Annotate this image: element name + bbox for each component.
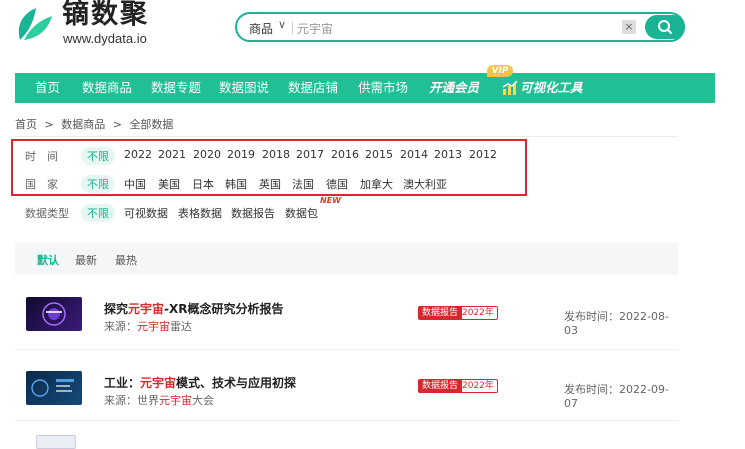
vip-badge: VIP: [487, 65, 513, 77]
breadcrumb-home[interactable]: 首页: [15, 118, 37, 131]
source-text: 大会: [192, 394, 214, 407]
filter-time-option[interactable]: 2014: [400, 148, 428, 161]
nav-item-topics[interactable]: 数据专题: [151, 73, 201, 103]
nav-item-vip[interactable]: 开通会员: [429, 73, 479, 103]
type-tag: 数据报告: [418, 306, 463, 320]
nav-item-charts[interactable]: 数据图说: [219, 73, 269, 103]
filter-country-option[interactable]: 日本: [192, 176, 214, 192]
filter-time-option[interactable]: 2018: [262, 148, 290, 161]
sort-bar: 默认 最新 最热: [15, 243, 678, 275]
filter-country-option[interactable]: 英国: [259, 176, 281, 192]
filter-country-option[interactable]: 美国: [158, 176, 180, 192]
search-divider: [292, 22, 293, 34]
report-thumbnail[interactable]: [26, 371, 82, 405]
item-date: 发布时间：2022-08-03: [564, 308, 678, 337]
filter-type-option[interactable]: 表格数据: [178, 205, 222, 221]
list-item[interactable]: 探究元宇宙-XR概念研究分析报告 来源：元宇宙雷达 数据报告 2022年 发布时…: [15, 280, 678, 350]
title-text: -XR概念研究分析报告: [164, 302, 284, 316]
type-tag: 数据报告: [418, 379, 463, 393]
chart-icon: [502, 80, 518, 95]
logo-url: www.dydata.io: [63, 31, 147, 46]
filter-type-option[interactable]: 数据报告: [231, 205, 275, 221]
filter-type-option[interactable]: 可视数据: [124, 205, 168, 221]
breadcrumb-separator: >: [44, 118, 54, 131]
title-text: 模式、技术与应用初探: [176, 376, 297, 390]
filter-label-country: 国 家: [25, 178, 58, 191]
filter-time-any[interactable]: 不限: [81, 147, 115, 165]
nav-item-market[interactable]: 供需市场: [358, 73, 408, 103]
filter-country-option[interactable]: 德国: [326, 176, 348, 192]
item-source: 来源：世界元宇宙大会: [104, 392, 214, 408]
filter-country-option[interactable]: 澳大利亚: [403, 176, 447, 192]
filter-country-option[interactable]: 韩国: [225, 176, 247, 192]
filter-country-option[interactable]: 中国: [124, 176, 146, 192]
clear-icon[interactable]: ×: [622, 20, 636, 34]
filter-time-option[interactable]: 2022: [124, 148, 152, 161]
list-item[interactable]: 工业：元宇宙模式、技术与应用初探 来源：世界元宇宙大会 数据报告 2022年 发…: [15, 351, 678, 421]
divider: [15, 136, 678, 137]
nav-item-home[interactable]: 首页: [35, 73, 60, 103]
search-button[interactable]: [645, 15, 685, 39]
nav-item-products[interactable]: 数据商品: [82, 73, 132, 103]
source-label: 来源：: [104, 394, 137, 407]
source-label: 来源：: [104, 320, 137, 333]
filter-time-option[interactable]: 2017: [296, 148, 324, 161]
filter-country-option[interactable]: 法国: [292, 176, 314, 192]
item-date: 发布时间：2022-09-07: [564, 381, 678, 410]
source-highlight: 元宇宙: [159, 394, 192, 407]
year-tag: 2022年: [458, 379, 498, 393]
sort-newest[interactable]: 最新: [75, 252, 97, 268]
main-nav: 首页 数据商品 数据专题 数据图说 数据店铺 供需市场 开通会员 VIP 可视化…: [15, 65, 715, 103]
item-title[interactable]: 探究元宇宙-XR概念研究分析报告: [104, 300, 284, 317]
filter-time-option[interactable]: 2020: [193, 148, 221, 161]
report-thumbnail[interactable]: [36, 435, 76, 449]
filter-label-type: 数据类型: [25, 207, 69, 220]
filter-time-option[interactable]: 2019: [227, 148, 255, 161]
leaf-logo-icon: [18, 8, 52, 40]
filter-time-option[interactable]: 2012: [469, 148, 497, 161]
filter-country-option[interactable]: 加拿大: [360, 176, 393, 192]
source-highlight: 元宇宙: [137, 320, 170, 333]
filter-time-option[interactable]: 2015: [365, 148, 393, 161]
breadcrumb: 首页 > 数据商品 > 全部数据: [15, 116, 177, 132]
title-highlight: 元宇宙: [128, 302, 165, 316]
source-text: 世界: [137, 394, 159, 407]
year-tag: 2022年: [458, 306, 498, 320]
filter-time-option[interactable]: 2016: [331, 148, 359, 161]
title-highlight: 元宇宙: [140, 376, 177, 390]
date-label: 发布时间：: [564, 383, 619, 396]
date-label: 发布时间：: [564, 310, 619, 323]
new-badge: NEW: [320, 196, 341, 205]
logo-title: 镝数聚: [62, 0, 149, 30]
breadcrumb-products[interactable]: 数据商品: [61, 118, 105, 131]
chevron-down-icon[interactable]: ∨: [278, 18, 286, 31]
sort-default[interactable]: 默认: [37, 252, 59, 268]
breadcrumb-separator: >: [112, 118, 122, 131]
filter-time-option[interactable]: 2013: [434, 148, 462, 161]
report-thumbnail[interactable]: [26, 297, 82, 331]
title-text: 工业：: [104, 376, 141, 390]
filter-type-any[interactable]: 不限: [81, 204, 115, 222]
thumbnail-graphic: [31, 379, 74, 397]
search-input[interactable]: [297, 18, 617, 38]
source-text: 雷达: [170, 320, 192, 333]
search-category-select[interactable]: 商品: [249, 20, 273, 37]
filter-label-time: 时 间: [25, 150, 58, 163]
filter-time-option[interactable]: 2021: [158, 148, 186, 161]
filter-type-option[interactable]: 数据包: [285, 205, 318, 221]
filter-country-any[interactable]: 不限: [81, 175, 115, 193]
search-bar: 商品 ∨ ×: [235, 12, 685, 42]
item-source: 来源：元宇宙雷达: [104, 318, 192, 334]
nav-item-visual-tool[interactable]: 可视化工具: [520, 73, 583, 103]
thumbnail-graphic: [42, 302, 66, 326]
title-text: 探究: [104, 302, 129, 316]
nav-item-stores[interactable]: 数据店铺: [288, 73, 338, 103]
breadcrumb-current: 全部数据: [129, 118, 174, 131]
sort-hottest[interactable]: 最热: [115, 252, 137, 268]
item-title[interactable]: 工业：元宇宙模式、技术与应用初探: [104, 374, 296, 391]
search-icon: [658, 20, 672, 34]
